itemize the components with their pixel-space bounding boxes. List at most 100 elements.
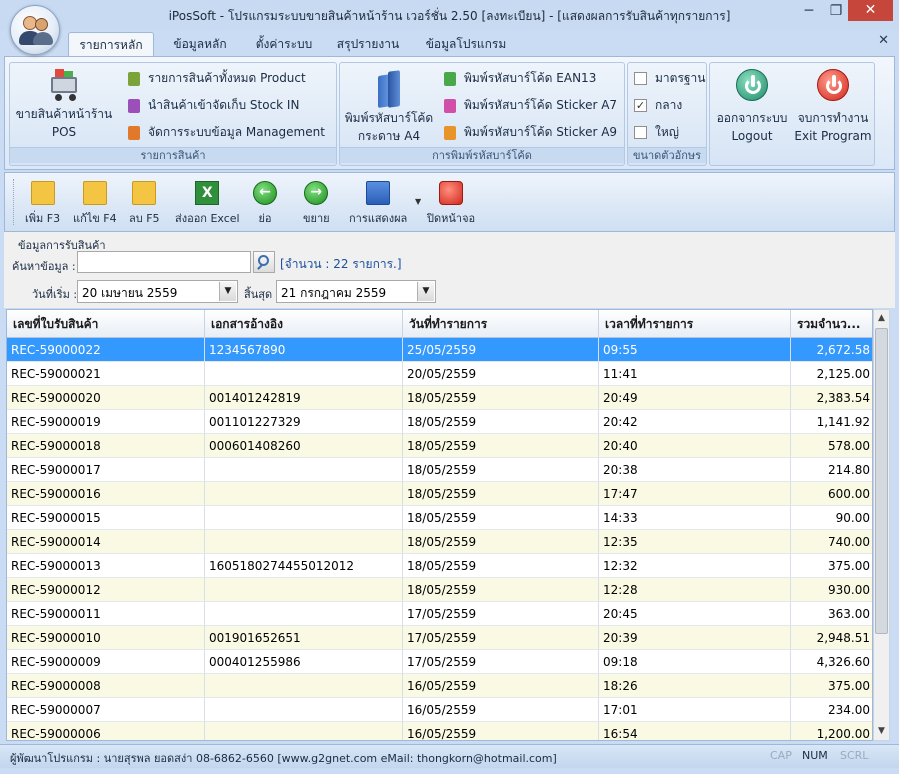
checkmark-icon: ✓ <box>634 99 647 112</box>
expand-button[interactable]: → ขยาย <box>303 181 330 227</box>
table-row[interactable]: REC-59000020 001401242819 18/05/2559 20:49 2… <box>7 386 872 410</box>
minimize-button[interactable]: ─ <box>796 3 822 21</box>
add-button[interactable]: เพิ่ม F3 <box>25 181 60 227</box>
column-receipt-no[interactable]: เลขที่ใบรับสินค้า <box>7 310 205 338</box>
tab-settings[interactable]: ตั้งค่าระบบ <box>246 32 322 57</box>
table-row[interactable]: REC-59000007 16/05/2559 17:01 234.00 <box>7 698 872 722</box>
barcode-book-icon <box>372 69 406 109</box>
cell-receipt-no: REC-59000006 <box>7 722 205 740</box>
cell-reference <box>205 530 403 554</box>
table-row[interactable]: REC-59000008 16/05/2559 18:26 375.00 <box>7 674 872 698</box>
table-row[interactable]: REC-59000018 000601408260 18/05/2559 20:40 5… <box>7 434 872 458</box>
start-date-picker[interactable]: 20 เมษายน 2559 ▼ <box>77 280 238 303</box>
scroll-thumb[interactable] <box>875 328 888 634</box>
font-medium-checkbox[interactable]: ✓ กลาง <box>634 94 682 116</box>
cell-receipt-no: REC-59000018 <box>7 434 205 458</box>
scroll-up-icon[interactable]: ▲ <box>874 310 889 327</box>
table-row[interactable]: REC-59000013 1605180274455012012 18/05/255… <box>7 554 872 578</box>
restore-button[interactable]: ❐ <box>823 3 849 21</box>
shrink-button[interactable]: ← ย่อ <box>253 181 277 227</box>
table-row[interactable]: REC-59000016 18/05/2559 17:47 600.00 <box>7 482 872 506</box>
table-row[interactable]: REC-59000011 17/05/2559 20:45 363.00 <box>7 602 872 626</box>
table-row[interactable]: REC-59000009 000401255986 17/05/2559 09:18 4… <box>7 650 872 674</box>
exit-program-button[interactable]: จบการทำงาน Exit Program <box>792 69 874 145</box>
column-total[interactable]: รวมจำนว... <box>791 310 872 338</box>
search-button[interactable] <box>253 251 275 273</box>
expand-label: ขยาย <box>303 212 330 225</box>
cell-reference <box>205 578 403 602</box>
table-row[interactable]: REC-59000014 18/05/2559 12:35 740.00 <box>7 530 872 554</box>
cell-reference <box>205 722 403 740</box>
product-list-button[interactable]: รายการสินค้าทั้งหมด Product <box>128 67 306 89</box>
tab-main[interactable]: รายการหลัก <box>68 32 154 57</box>
logout-label-2: Logout <box>731 129 773 143</box>
print-sticker-a9-button[interactable]: พิมพ์รหัสบาร์โค้ด Sticker A9 <box>444 121 617 143</box>
delete-button[interactable]: ลบ F5 <box>129 181 160 227</box>
vertical-scrollbar[interactable]: ▲ ▼ <box>873 309 890 741</box>
cell-date: 18/05/2559 <box>403 530 599 554</box>
ribbon-close-icon[interactable]: ✕ <box>878 33 889 48</box>
cell-total: 930.00 <box>791 578 872 602</box>
table-row[interactable]: REC-59000006 16/05/2559 16:54 1,200.00 <box>7 722 872 740</box>
chevron-down-icon[interactable]: ▼ <box>219 282 236 301</box>
app-menu-button[interactable] <box>10 5 60 55</box>
end-date-picker[interactable]: 21 กรกฎาคม 2559 ▼ <box>276 280 436 303</box>
cell-time: 17:47 <box>599 482 791 506</box>
tab-reports[interactable]: สรุปรายงาน <box>328 32 408 57</box>
cell-reference: 000601408260 <box>205 434 403 458</box>
column-reference[interactable]: เอกสารอ้างอิง <box>205 310 403 338</box>
font-large-checkbox[interactable]: ใหญ่ <box>634 121 679 143</box>
stock-in-button[interactable]: นำสินค้าเข้าจัดเก็บ Stock IN <box>128 94 299 116</box>
column-time[interactable]: เวลาที่ทำรายการ <box>599 310 791 338</box>
a4-label-2: กระดาษ A4 <box>357 129 421 143</box>
cell-receipt-no: REC-59000014 <box>7 530 205 554</box>
management-button[interactable]: จัดการระบบข้อมูล Management <box>128 121 325 143</box>
tab-master-data[interactable]: ข้อมูลหลัก <box>162 32 238 57</box>
cell-time: 09:55 <box>599 338 791 362</box>
receipts-grid[interactable]: เลขที่ใบรับสินค้า เอกสารอ้างอิง วันที่ทำ… <box>6 309 873 741</box>
filter-panel: ข้อมูลการรับสินค้า ค้นหาข้อมูล : [จำนวน … <box>4 232 895 308</box>
title-bar: iPosSoft - โปรแกรมระบบขายสินค้าหน้าร้าน … <box>0 0 899 30</box>
search-input[interactable] <box>77 251 251 273</box>
scroll-down-icon[interactable]: ▼ <box>874 723 889 740</box>
management-label: จัดการระบบข้อมูล Management <box>148 125 325 139</box>
cell-date: 16/05/2559 <box>403 698 599 722</box>
cell-total: 1,141.92 <box>791 410 872 434</box>
close-screen-button[interactable]: ปิดหน้าจอ <box>427 181 475 227</box>
edit-button[interactable]: แก้ไข F4 <box>73 181 117 227</box>
font-standard-checkbox[interactable]: มาตรฐาน <box>634 67 705 89</box>
display-dropdown-icon[interactable]: ▼ <box>415 197 421 206</box>
shrink-label: ย่อ <box>258 212 272 225</box>
table-row[interactable]: REC-59000019 001101227329 18/05/2559 20:42 1… <box>7 410 872 434</box>
column-date[interactable]: วันที่ทำรายการ <box>403 310 599 338</box>
window-title: iPosSoft - โปรแกรมระบบขายสินค้าหน้าร้าน … <box>168 9 731 23</box>
status-bar: ผู้พัฒนาโปรแกรม : นายสุรพล ยอดสง่า 08-68… <box>0 744 899 768</box>
table-row[interactable]: REC-59000015 18/05/2559 14:33 90.00 <box>7 506 872 530</box>
table-row[interactable]: REC-59000010 001901652651 17/05/2559 20:39 2… <box>7 626 872 650</box>
print-ean13-button[interactable]: พิมพ์รหัสบาร์โค้ด EAN13 <box>444 67 596 89</box>
edit-label: แก้ไข F4 <box>73 212 117 225</box>
table-row[interactable]: REC-59000022 1234567890 25/05/2559 09:55 2,6… <box>7 338 872 362</box>
ribbon-panel: ขายสินค้าหน้าร้าน POS รายการสินค้าทั้งหม… <box>4 56 895 170</box>
logout-button[interactable]: ออกจากระบบ Logout <box>712 69 792 145</box>
print-sticker-a7-button[interactable]: พิมพ์รหัสบาร์โค้ด Sticker A7 <box>444 94 617 116</box>
table-row[interactable]: REC-59000017 18/05/2559 20:38 214.80 <box>7 458 872 482</box>
power-icon <box>817 69 849 101</box>
cell-reference <box>205 674 403 698</box>
table-row[interactable]: REC-59000012 18/05/2559 12:28 930.00 <box>7 578 872 602</box>
tab-program-info[interactable]: ข้อมูลโปรแกรม <box>416 32 516 57</box>
ribbon-tabs: รายการหลัก ข้อมูลหลัก ตั้งค่าระบบ สรุปรา… <box>0 30 899 57</box>
export-excel-button[interactable]: X ส่งออก Excel <box>175 181 240 227</box>
stock-in-icon <box>128 98 140 113</box>
cell-time: 12:35 <box>599 530 791 554</box>
print-barcode-a4-button[interactable]: พิมพ์รหัสบาร์โค้ด กระดาษ A4 <box>342 69 436 145</box>
pos-button[interactable]: ขายสินค้าหน้าร้าน POS <box>12 67 116 141</box>
cell-total: 214.80 <box>791 458 872 482</box>
search-icon-handle <box>257 264 263 270</box>
cell-time: 16:54 <box>599 722 791 740</box>
cell-receipt-no: REC-59000013 <box>7 554 205 578</box>
close-window-button[interactable]: ✕ <box>848 0 893 21</box>
display-mode-button[interactable]: การแสดงผล <box>349 181 407 227</box>
table-row[interactable]: REC-59000021 20/05/2559 11:41 2,125.00 <box>7 362 872 386</box>
chevron-down-icon[interactable]: ▼ <box>417 282 434 301</box>
